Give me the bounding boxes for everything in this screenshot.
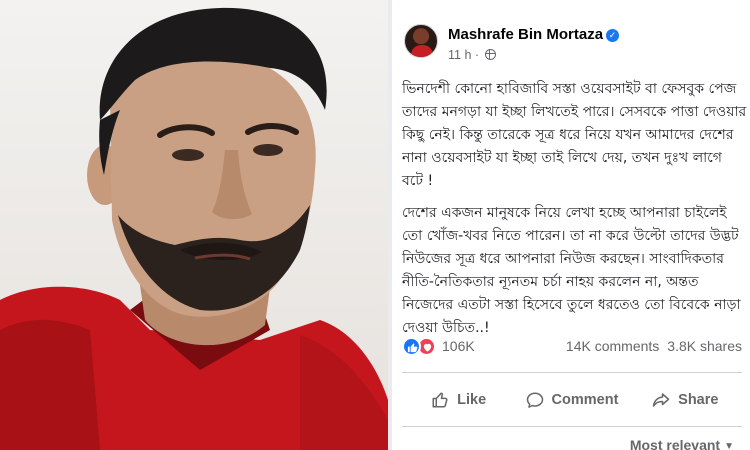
like-button[interactable]: Like [402, 380, 515, 420]
comments-count[interactable]: 14K comments [566, 338, 659, 354]
post-actions: Like Comment Share [402, 380, 742, 420]
author-avatar[interactable] [404, 24, 438, 58]
post-paragraph: ভিনদেশী কোনো হাবিজাবি সস্তা ওয়েবসাইট বা… [402, 81, 747, 189]
author-name[interactable]: Mashrafe Bin Mortaza [448, 26, 603, 43]
post-body: ভিনদেশী কোনো হাবিজাবি সস্তা ওয়েবসাইট বা… [402, 78, 747, 349]
reaction-icons[interactable] [402, 337, 440, 357]
comment-icon [526, 392, 543, 408]
chevron-down-icon: ▼ [724, 441, 734, 450]
post-header: Mashrafe Bin Mortaza ✓ 11 h · [404, 20, 744, 70]
share-icon [652, 393, 670, 407]
share-button[interactable]: Share [629, 380, 742, 420]
profile-photo [0, 0, 388, 450]
comment-sort-dropdown[interactable]: Most relevant ▼ [630, 437, 734, 450]
actions-bottom-divider [402, 426, 742, 427]
verified-badge-icon: ✓ [606, 29, 620, 42]
reactions-bar: 106K 14K comments 3.8K shares [402, 335, 742, 359]
facebook-post: Mashrafe Bin Mortaza ✓ 11 h · ভিনদেশী কোন… [392, 0, 750, 450]
actions-top-divider [402, 372, 742, 373]
globe-icon [484, 49, 496, 60]
meta-separator: · [474, 48, 480, 62]
post-time[interactable]: 11 h [448, 48, 471, 62]
author-name-row: Mashrafe Bin Mortaza ✓ [448, 26, 620, 43]
sort-label: Most relevant [629, 437, 721, 450]
post-meta: 11 h · [448, 48, 496, 62]
like-reaction-icon [402, 337, 421, 356]
like-label: Like [457, 392, 487, 408]
man-portrait-illustration [0, 7, 388, 450]
comment-label: Comment [551, 392, 619, 408]
comment-button[interactable]: Comment [515, 380, 628, 420]
reactions-count[interactable]: 106K [442, 338, 475, 354]
share-label: Share [678, 392, 719, 408]
shares-count[interactable]: 3.8K shares [667, 338, 742, 354]
post-stats: 14K comments 3.8K shares [566, 338, 742, 354]
like-icon [432, 392, 448, 408]
post-paragraph: দেশের একজন মানুষকে নিয়ে লেখা হচ্ছে আপনা… [402, 205, 741, 336]
